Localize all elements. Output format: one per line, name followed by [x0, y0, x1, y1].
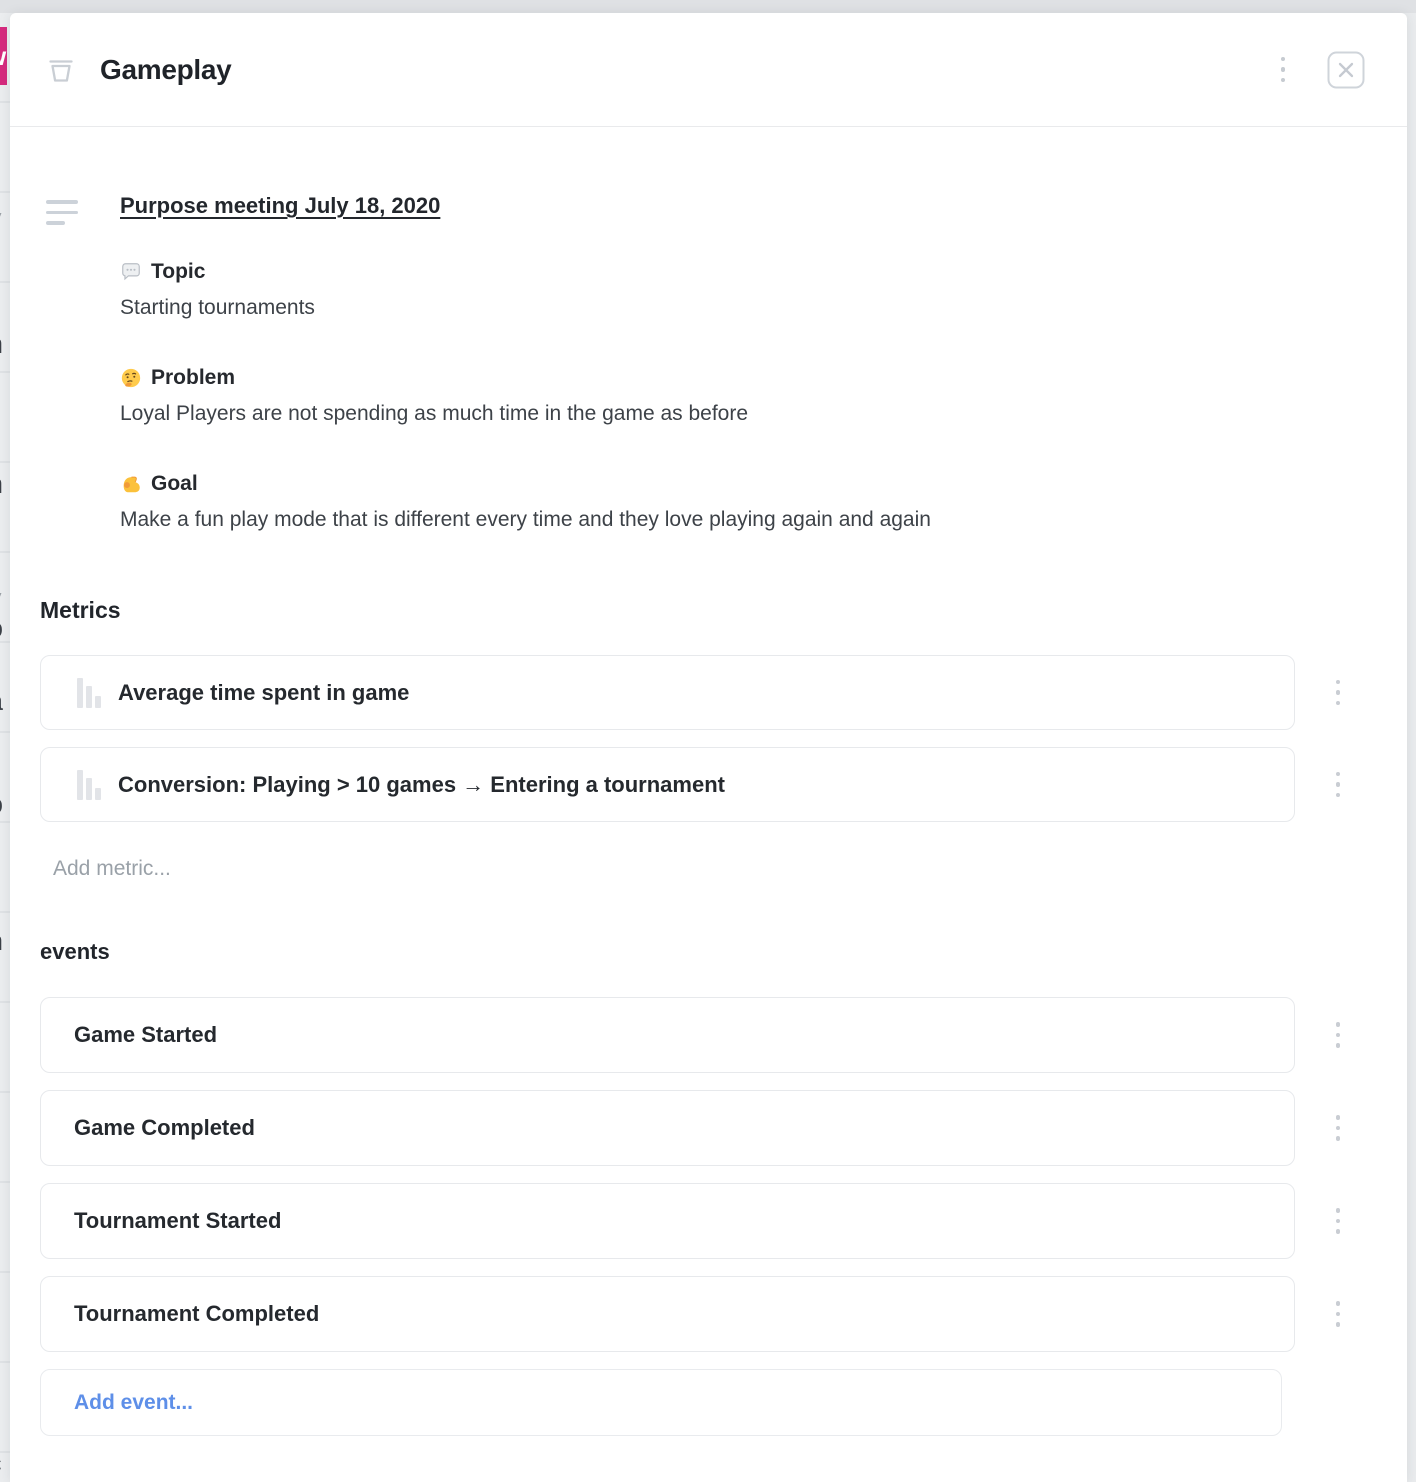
metric-kebab-menu-icon[interactable]: [1332, 674, 1345, 712]
bg-text-fragment: y: [0, 205, 2, 232]
event-label: Tournament Completed: [74, 1301, 319, 1327]
metric-label: Average time spent in game: [118, 680, 409, 706]
thinking-face-emoji-icon: [120, 367, 142, 389]
event-kebab-menu-icon[interactable]: [1332, 1202, 1345, 1240]
event-kebab-menu-icon[interactable]: [1332, 1016, 1345, 1054]
bg-text-fragment: n: [0, 928, 3, 955]
event-kebab-menu-icon[interactable]: [1332, 1109, 1345, 1147]
page-right-strip: [1407, 13, 1416, 1482]
page-left-strip: y il n n y o á o n c: [0, 13, 10, 1482]
metric-kebab-menu-icon[interactable]: [1332, 766, 1345, 804]
bg-text-fragment: á: [0, 688, 3, 715]
speech-balloon-emoji-icon: [120, 261, 142, 283]
event-label: Game Completed: [74, 1115, 255, 1141]
bg-text-fragment: y: [0, 585, 2, 612]
header-kebab-menu-icon[interactable]: [1277, 51, 1290, 89]
event-label: Tournament Started: [74, 1208, 281, 1234]
metric-row: Average time spent in game: [40, 655, 1407, 730]
bar-chart-icon: [77, 677, 101, 708]
event-label: Game Started: [74, 1022, 217, 1048]
bg-text-fragment: n: [0, 331, 3, 358]
description-title-link[interactable]: Purpose meeting July 18, 2020: [120, 193, 440, 219]
add-event-label: Add event...: [74, 1391, 193, 1415]
event-row: Game Started: [40, 997, 1407, 1073]
goal-text: Make a fun play mode that is different e…: [120, 507, 1407, 533]
metrics-heading: Metrics: [40, 596, 1407, 624]
bin-icon: [44, 53, 78, 87]
event-card[interactable]: Game Started: [40, 997, 1295, 1073]
event-kebab-menu-icon[interactable]: [1332, 1295, 1345, 1333]
description-block: Purpose meeting July 18, 2020 Topic Star…: [40, 193, 1407, 533]
bg-text-fragment: n: [0, 471, 3, 498]
event-row: Tournament Started: [40, 1183, 1407, 1259]
event-card[interactable]: Tournament Completed: [40, 1276, 1295, 1352]
page-top-band: [0, 0, 1416, 13]
problem-section: Problem Loyal Players are not spending a…: [120, 365, 1407, 427]
events-heading: events: [40, 938, 1407, 966]
close-icon[interactable]: [1327, 51, 1365, 89]
problem-text: Loyal Players are not spending as much t…: [120, 401, 1407, 427]
modal-header: Gameplay: [10, 13, 1407, 127]
page-title: Gameplay: [100, 54, 231, 86]
event-card[interactable]: Tournament Started: [40, 1183, 1295, 1259]
goal-label: Goal: [120, 471, 1407, 497]
metric-row: Conversion: Playing > 10 games → Enterin…: [40, 747, 1407, 822]
event-row: Game Completed: [40, 1090, 1407, 1166]
metric-card[interactable]: Average time spent in game: [40, 655, 1295, 730]
add-event-button[interactable]: Add event...: [40, 1369, 1282, 1436]
bg-text-fragment: c: [0, 1450, 2, 1477]
goal-section: Goal Make a fun play mode that is differ…: [120, 471, 1407, 533]
gameplay-category-modal: Gameplay Purpose meeting July 18, 2020: [10, 13, 1407, 1482]
problem-label: Problem: [120, 365, 1407, 391]
problem-label-text: Problem: [151, 365, 235, 391]
bar-chart-icon: [77, 769, 101, 800]
add-metric-input[interactable]: Add metric...: [53, 855, 1407, 883]
bg-text-fragment: o: [0, 791, 3, 818]
metric-label: Conversion: Playing > 10 games → Enterin…: [118, 772, 725, 798]
topic-label-text: Topic: [151, 259, 205, 285]
event-card[interactable]: Game Completed: [40, 1090, 1295, 1166]
topic-label: Topic: [120, 259, 1407, 285]
add-event-row: Add event...: [40, 1369, 1407, 1436]
event-row: Tournament Completed: [40, 1276, 1407, 1352]
modal-body: Purpose meeting July 18, 2020 Topic Star…: [10, 127, 1407, 1482]
goal-label-text: Goal: [151, 471, 198, 497]
topic-section: Topic Starting tournaments: [120, 259, 1407, 321]
flexed-biceps-emoji-icon: [120, 473, 142, 495]
metric-card[interactable]: Conversion: Playing > 10 games → Enterin…: [40, 747, 1295, 822]
bg-text-fragment: o: [0, 615, 3, 642]
text-align-left-icon: [46, 200, 79, 225]
brand-logo-fragment: w: [0, 27, 7, 85]
topic-text: Starting tournaments: [120, 295, 1407, 321]
bg-text-fragment: w: [0, 43, 6, 69]
